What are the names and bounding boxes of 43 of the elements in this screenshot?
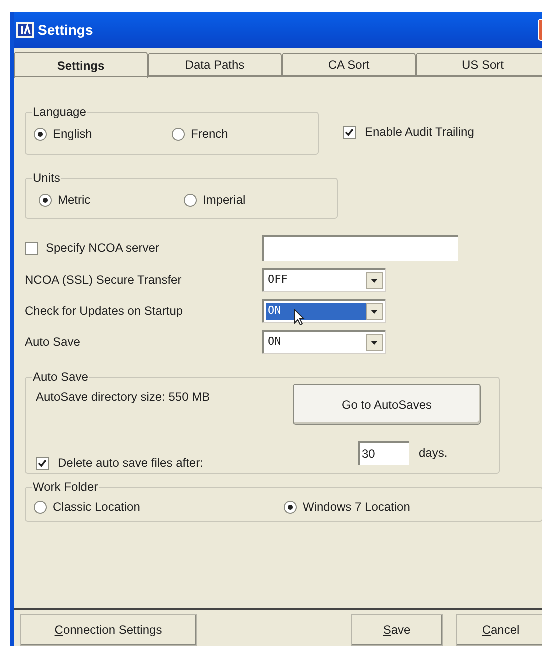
tab[interactable]: US Sort <box>416 53 542 76</box>
checkbox[interactable] <box>25 242 38 254</box>
dropdown-label: NCOA (SSL) Secure Transfer <box>25 272 183 289</box>
radio-label: Windows 7 Location <box>303 499 410 516</box>
radio-label: French <box>191 126 228 143</box>
checkbox[interactable] <box>343 126 356 138</box>
directory-size-text: AutoSave directory size: 550 MB <box>36 389 212 406</box>
dropdown-label: Auto Save <box>25 334 82 351</box>
window-title: Settings <box>38 20 94 40</box>
days-unit: days. <box>419 445 448 462</box>
group-title: Language <box>32 104 88 121</box>
radio-button[interactable] <box>184 194 197 206</box>
group-title: Auto Save <box>32 369 90 386</box>
checkbox-label: Specify NCOA server <box>46 240 160 257</box>
radio-button[interactable] <box>39 194 52 206</box>
tab[interactable]: CA Sort <box>282 53 416 76</box>
dropdown[interactable]: OFF <box>262 268 386 292</box>
radio-label: English <box>53 126 92 143</box>
checkbox[interactable] <box>36 456 49 470</box>
app-icon <box>16 22 34 38</box>
dialog-button[interactable]: Connection Settings <box>20 614 197 646</box>
checkbox-label: Enable Audit Trailing <box>365 124 474 141</box>
group-title: Work Folder <box>32 479 100 496</box>
radio-button[interactable] <box>284 500 297 514</box>
checkbox-label: Delete auto save files after: <box>58 455 204 472</box>
days-field[interactable]: 30 <box>358 441 409 465</box>
dialog-button[interactable]: Cancel <box>456 614 542 646</box>
dialog-button[interactable]: Save <box>351 614 443 646</box>
tab[interactable]: Settings <box>14 52 148 78</box>
dropdown[interactable]: ON <box>262 299 386 323</box>
radio-button[interactable] <box>34 500 47 514</box>
radio-label: Classic Location <box>53 499 140 516</box>
dropdown-label: Check for Updates on Startup <box>25 303 184 320</box>
go-to-autosaves-button[interactable]: Go to AutoSaves <box>293 384 481 425</box>
mouse-cursor-icon <box>294 309 305 326</box>
radio-label: Metric <box>58 192 91 209</box>
radio-button[interactable] <box>34 128 47 140</box>
dropdown[interactable]: ON <box>262 330 386 354</box>
radio-button[interactable] <box>172 128 185 140</box>
group-title: Units <box>32 170 62 187</box>
tab[interactable]: Data Paths <box>148 53 282 76</box>
radio-label: Imperial <box>203 192 246 209</box>
server-field[interactable] <box>262 235 458 261</box>
